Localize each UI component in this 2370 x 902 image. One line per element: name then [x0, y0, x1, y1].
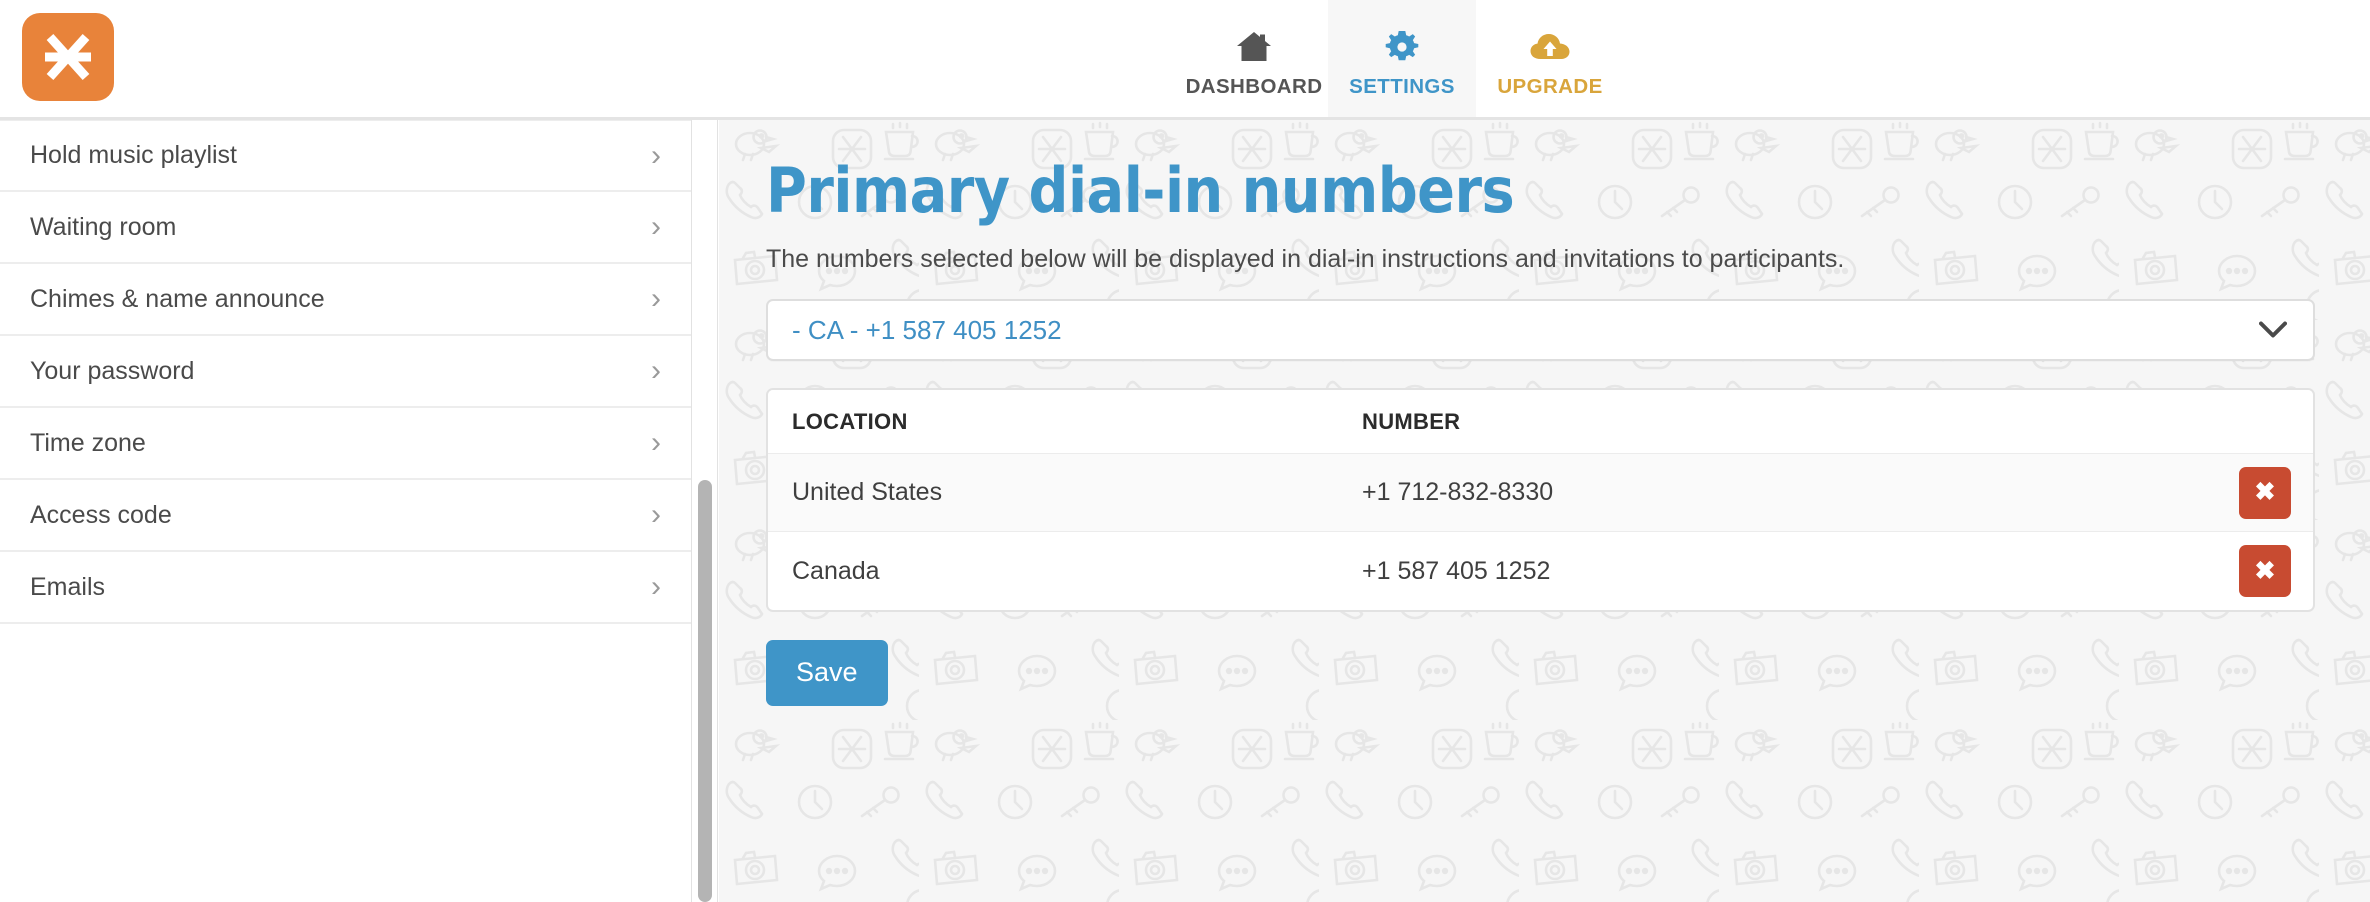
nav-label-upgrade: UPGRADE [1497, 74, 1603, 98]
nav-item-upgrade[interactable]: UPGRADE [1476, 0, 1624, 117]
sidebar-item-label: Access code [30, 500, 172, 529]
cell-location: United States [792, 478, 943, 506]
asterisk-logo-icon [39, 28, 97, 86]
primary-number-select-value: - CA - +1 587 405 1252 [792, 315, 1062, 345]
table-row: Canada +1 587 405 1252 ✖ [768, 532, 2313, 610]
sidebar-item-your-password[interactable]: Your password › [0, 336, 691, 408]
sidebar-item-label: Hold music playlist [30, 141, 238, 169]
sidebar-item-time-zone[interactable]: Time zone › [0, 408, 691, 480]
page-title: Primary dial-in numbers [766, 154, 1515, 227]
brand-logo[interactable] [22, 13, 114, 101]
chevron-down-icon [2259, 321, 2287, 339]
cell-location: Canada [792, 556, 880, 585]
sidebar-item-label: Waiting room [30, 212, 177, 241]
settings-sidebar: Hold music playlist › Waiting room › Chi… [0, 120, 692, 902]
gear-icon [1383, 26, 1421, 68]
sidebar-scrollbar-thumb[interactable] [698, 480, 712, 902]
save-button[interactable]: Save [766, 640, 888, 706]
chevron-right-icon: › [651, 282, 661, 315]
cloud-upload-icon [1529, 26, 1571, 68]
chevron-right-icon: › [651, 210, 661, 243]
sidebar-item-label: Chimes & name announce [30, 284, 325, 313]
cell-number: +1 712-832-8330 [1362, 478, 1554, 506]
chevron-right-icon: › [651, 498, 661, 531]
nav-label-dashboard: DASHBOARD [1185, 74, 1323, 98]
sidebar-item-chimes-name-announce[interactable]: Chimes & name announce › [0, 264, 691, 336]
delete-number-button[interactable]: ✖ [2239, 466, 2291, 519]
nav-item-settings[interactable]: SETTINGS [1328, 0, 1476, 117]
chevron-right-icon: › [651, 426, 661, 459]
sidebar-scrollbar[interactable] [692, 120, 718, 902]
nav-item-dashboard[interactable]: DASHBOARD [1180, 0, 1328, 117]
page-description: The numbers selected below will be displ… [766, 245, 1845, 273]
table-header-row: LOCATION NUMBER [768, 390, 2313, 454]
chevron-right-icon: › [651, 138, 661, 172]
cell-number: +1 587 405 1252 [1362, 556, 1551, 585]
primary-number-select[interactable]: - CA - +1 587 405 1252 [766, 299, 2315, 361]
column-header-number: NUMBER [1362, 408, 1461, 434]
main-content: Primary dial-in numbers The numbers sele… [719, 120, 2370, 902]
sidebar-item-label: Your password [30, 356, 195, 385]
sidebar-item-access-code[interactable]: Access code › [0, 480, 691, 552]
column-header-location: LOCATION [792, 408, 908, 434]
sidebar-item-emails[interactable]: Emails › [0, 552, 691, 624]
home-icon [1235, 26, 1273, 68]
app-root: DASHBOARD SETTINGS UPGRADE Hold music pl… [0, 0, 2370, 902]
sidebar-item-hold-music-playlist[interactable]: Hold music playlist › [0, 120, 691, 192]
chevron-right-icon: › [651, 570, 661, 603]
app-header: DASHBOARD SETTINGS UPGRADE [0, 0, 2370, 120]
nav-label-settings: SETTINGS [1349, 74, 1455, 98]
delete-number-button[interactable]: ✖ [2239, 545, 2291, 597]
main-navigation: DASHBOARD SETTINGS UPGRADE [1180, 0, 1624, 117]
table-row: United States +1 712-832-8330 ✖ [768, 454, 2313, 532]
sidebar-item-label: Emails [30, 572, 106, 601]
sidebar-item-waiting-room[interactable]: Waiting room › [0, 192, 691, 264]
chevron-right-icon: › [651, 354, 661, 387]
dial-in-numbers-table: LOCATION NUMBER United States +1 712-832… [766, 388, 2315, 612]
sidebar-item-label: Time zone [30, 428, 146, 457]
